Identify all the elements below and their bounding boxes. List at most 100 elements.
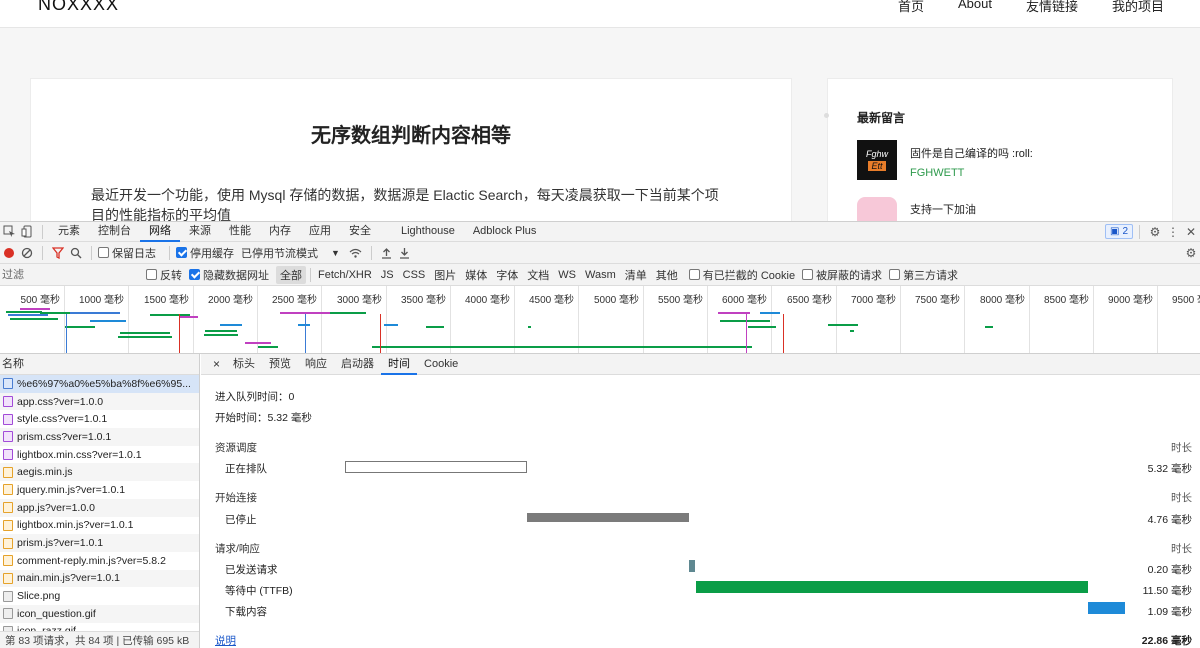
blocked-requests-checkbox[interactable]: 被屏蔽的请求 xyxy=(802,267,882,283)
type-filter-media[interactable]: 媒体 xyxy=(461,266,491,284)
tab-adblock-plus[interactable]: Adblock Plus xyxy=(464,222,546,242)
checkbox-box[interactable] xyxy=(98,247,109,258)
js-file-icon xyxy=(3,572,13,584)
tab-performance[interactable]: 性能 xyxy=(220,222,260,242)
checkbox-box[interactable] xyxy=(146,269,157,280)
nav-about[interactable]: About xyxy=(958,0,992,15)
tab-console[interactable]: 控制台 xyxy=(89,222,140,242)
messages-badge[interactable]: ▣ 2 xyxy=(1104,224,1133,239)
request-row[interactable]: Slice.png xyxy=(0,587,199,605)
close-detail-icon[interactable]: × xyxy=(207,354,226,375)
request-row[interactable]: %e6%97%a0%e5%ba%8f%e6%95... xyxy=(0,375,199,393)
request-row[interactable]: aegis.min.js xyxy=(0,463,199,482)
network-settings-gear-icon[interactable]: ⚙ xyxy=(1182,244,1200,262)
nav-projects[interactable]: 我的项目 xyxy=(1112,0,1164,15)
tab-security[interactable]: 安全 xyxy=(340,222,380,242)
network-toolbar: 保留日志 停用缓存 已停用节流模式 ▼ ⚙ xyxy=(0,242,1200,264)
tab-elements[interactable]: 元素 xyxy=(49,222,89,242)
type-filter-other[interactable]: 其他 xyxy=(652,266,682,284)
device-toolbar-icon[interactable] xyxy=(18,223,36,241)
overview-gridline xyxy=(386,286,387,353)
tab-sources[interactable]: 来源 xyxy=(180,222,220,242)
preserve-log-label: 保留日志 xyxy=(112,247,156,260)
filter-bar: 反转 隐藏数据网址 全部 Fetch/XHR JS CSS 图片 媒体 字体 文… xyxy=(0,264,1200,286)
type-filter-fetch-xhr[interactable]: Fetch/XHR xyxy=(314,268,376,282)
search-icon[interactable] xyxy=(67,244,85,262)
settings-gear-icon[interactable]: ⚙ xyxy=(1146,223,1164,241)
request-row[interactable]: comment-reply.min.js?ver=5.8.2 xyxy=(0,552,199,570)
disable-cache-checkbox[interactable]: 停用缓存 xyxy=(176,245,234,261)
comment-author[interactable]: FGHWETT xyxy=(910,167,964,179)
type-filter-manifest[interactable]: 清单 xyxy=(621,266,651,284)
overview-tick-label: 6000 毫秒 xyxy=(721,295,767,306)
section-connection-start: 开始连接 xyxy=(215,492,257,504)
import-har-icon[interactable] xyxy=(378,244,396,262)
tab-lighthouse[interactable]: Lighthouse xyxy=(392,222,464,242)
overview-gridline xyxy=(1029,286,1030,353)
overview-tick-label: 9500 毫秒 xyxy=(1171,295,1200,306)
type-filter-doc[interactable]: 文档 xyxy=(523,266,553,284)
request-row[interactable]: main.min.js?ver=1.0.1 xyxy=(0,569,199,588)
request-row[interactable]: jquery.min.js?ver=1.0.1 xyxy=(0,481,199,499)
request-row[interactable]: app.css?ver=1.0.0 xyxy=(0,392,199,411)
request-row[interactable]: lightbox.min.css?ver=1.0.1 xyxy=(0,446,199,464)
tab-application[interactable]: 应用 xyxy=(300,222,340,242)
type-filter-js[interactable]: JS xyxy=(377,268,398,282)
img-file-icon xyxy=(3,590,13,602)
more-options-icon[interactable]: ⋮ xyxy=(1164,223,1182,241)
tab-timing[interactable]: 时间 xyxy=(381,354,418,375)
checkbox-box[interactable] xyxy=(889,269,901,280)
export-har-icon[interactable] xyxy=(396,244,414,262)
filter-icon[interactable] xyxy=(49,244,67,262)
request-row[interactable]: icon_question.gif xyxy=(0,604,199,623)
type-filter-font[interactable]: 字体 xyxy=(492,266,522,284)
preserve-log-checkbox[interactable]: 保留日志 xyxy=(98,245,156,261)
request-row[interactable]: prism.js?ver=1.0.1 xyxy=(0,534,199,552)
nav-home[interactable]: 首页 xyxy=(898,0,924,15)
third-party-checkbox[interactable]: 第三方请求 xyxy=(889,267,958,283)
checkbox-box[interactable] xyxy=(176,247,187,258)
tab-initiator[interactable]: 启动器 xyxy=(334,354,381,375)
column-header-name[interactable]: 名称 xyxy=(0,354,199,375)
request-row[interactable]: lightbox.min.js?ver=1.0.1 xyxy=(0,517,199,535)
type-filter-ws[interactable]: WS xyxy=(554,268,580,282)
checkbox-box[interactable] xyxy=(189,269,200,280)
type-filter-css[interactable]: CSS xyxy=(399,268,430,282)
tab-memory[interactable]: 内存 xyxy=(260,222,300,242)
nav-links[interactable]: 友情链接 xyxy=(1026,0,1078,15)
throttling-select[interactable]: 已停用节流模式 ▼ xyxy=(241,245,340,261)
type-filter-all[interactable]: 全部 xyxy=(276,265,306,284)
avatar[interactable]: Fghw Ett xyxy=(857,140,897,180)
tab-headers[interactable]: 标头 xyxy=(226,354,262,375)
checkbox-box[interactable] xyxy=(802,269,814,280)
request-row[interactable]: style.css?ver=1.0.1 xyxy=(0,410,199,428)
invert-checkbox[interactable]: 反转 xyxy=(146,267,182,283)
request-row[interactable]: prism.css?ver=1.0.1 xyxy=(0,428,199,446)
tab-preview[interactable]: 预览 xyxy=(262,354,298,375)
inspect-element-icon[interactable] xyxy=(0,223,18,241)
network-conditions-wifi-icon[interactable] xyxy=(347,244,365,262)
avatar[interactable] xyxy=(857,197,897,221)
request-row[interactable]: app.js?ver=1.0.0 xyxy=(0,498,199,517)
close-icon[interactable]: ✕ xyxy=(1182,223,1200,241)
divider xyxy=(42,224,43,239)
tab-response[interactable]: 响应 xyxy=(298,354,334,375)
comment-text[interactable]: 支持一下加油 xyxy=(910,201,976,217)
record-icon[interactable] xyxy=(0,244,18,262)
network-overview-timeline[interactable]: 500 毫秒 1000 毫秒 1500 毫秒 2000 毫秒 2500 毫秒 3000 毫… xyxy=(0,286,1200,354)
comment-text[interactable]: 固件是自己编译的吗 :roll: xyxy=(910,145,1033,161)
blocked-cookies-checkbox[interactable]: 有已拦截的 Cookie xyxy=(688,267,795,283)
site-logo[interactable]: NOXXXX xyxy=(38,0,119,15)
type-filter-wasm[interactable]: Wasm xyxy=(581,268,620,282)
explanation-link[interactable]: 说明 xyxy=(215,633,236,648)
overview-tick-label: 7000 毫秒 xyxy=(850,295,896,306)
tab-network[interactable]: 网络 xyxy=(140,222,180,242)
clear-icon[interactable] xyxy=(18,244,36,262)
hide-data-urls-checkbox[interactable]: 隐藏数据网址 xyxy=(189,267,269,283)
overview-tick-label: 1500 毫秒 xyxy=(143,295,189,306)
checkbox-box[interactable] xyxy=(688,269,700,280)
type-filter-img[interactable]: 图片 xyxy=(430,266,460,284)
filter-input[interactable] xyxy=(0,266,138,283)
timing-bar-queueing xyxy=(345,461,527,473)
tab-cookies[interactable]: Cookie xyxy=(417,354,465,375)
